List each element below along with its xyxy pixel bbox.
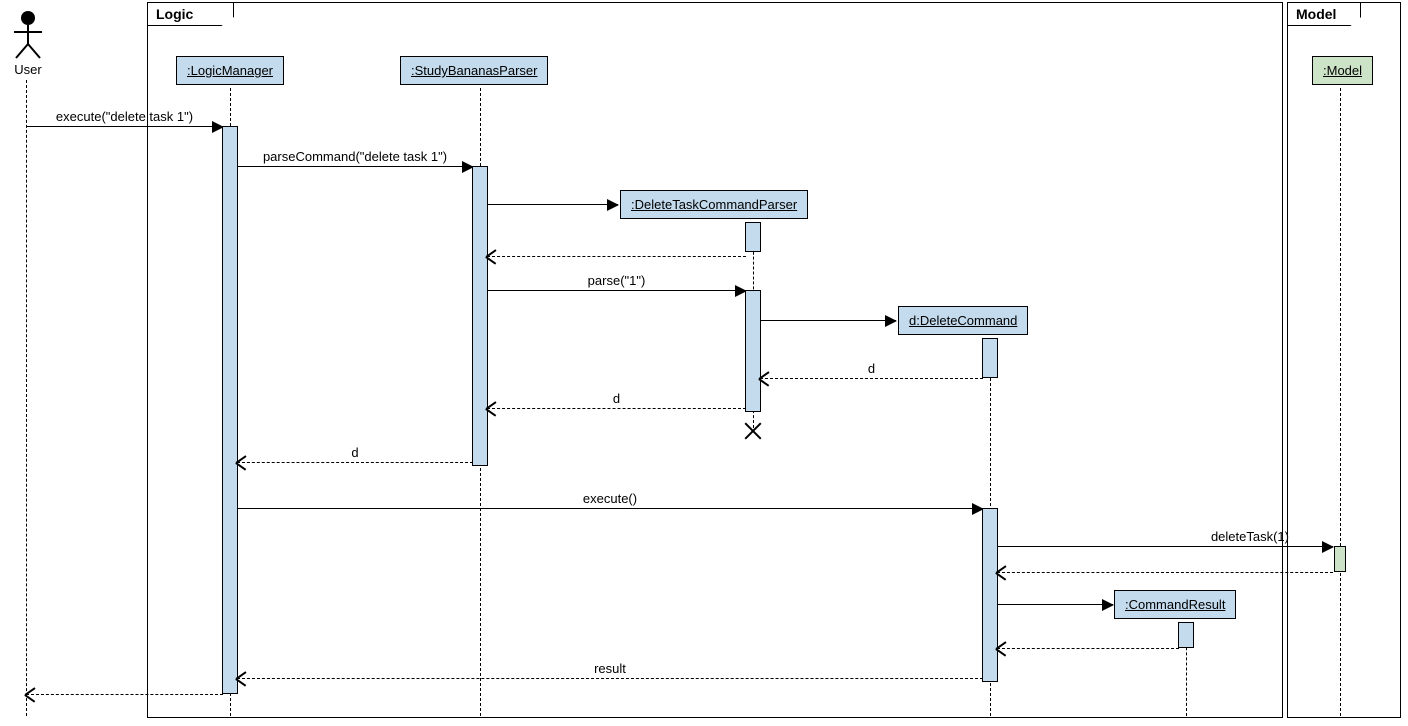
msg-parse1-label: parse("1") [584,273,650,288]
msg-delete-task-label: deleteTask(1) [1207,529,1293,544]
act-deletecmd-create [982,338,998,378]
obj-dtcparser-label: :DeleteTaskCommandParser [631,197,797,212]
msg-delete-task: deleteTask(1) [997,546,1333,547]
msg-ret-model [997,572,1333,573]
msg-execute-empty: execute() [237,508,983,509]
act-logic-manager [222,126,238,694]
obj-logic-manager-label: :LogicManager [187,63,273,78]
msg-execute-empty-label: execute() [579,491,641,506]
obj-logic-manager: :LogicManager [176,56,284,85]
act-dtcparser-create [745,222,761,252]
msg-ret-user [26,694,223,695]
act-dtcparser-parse [745,290,761,412]
msg-ret-d3: d [237,462,473,463]
obj-deletecmd: d:DeleteCommand [898,306,1028,335]
msg-parse-command-label: parseCommand("delete task 1") [259,149,451,164]
msg-ret-d3-label: d [347,445,362,460]
obj-parser: :StudyBananasParser [400,56,548,85]
msg-ret-d1: d [760,378,983,379]
obj-cmdresult-label: :CommandResult [1125,597,1225,612]
msg-parse1: parse("1") [487,290,746,291]
msg-parse-command: parseCommand("delete task 1") [237,166,473,167]
msg-ret-cmdresult [997,648,1179,649]
lifeline-user [26,80,27,716]
frame-model: Model [1287,2,1401,718]
act-deletecmd-exec [982,508,998,682]
act-cmdresult-create [1178,622,1194,648]
msg-create-dtcparser [487,204,618,205]
act-parser [472,166,488,466]
sequence-diagram: Logic Model User :LogicManager :StudyBan… [0,0,1408,726]
destroy-dtcparser [742,419,764,441]
obj-deletecmd-label: d:DeleteCommand [909,313,1017,328]
obj-parser-label: :StudyBananasParser [411,63,537,78]
msg-execute-label: execute("delete task 1") [52,109,197,124]
obj-model: :Model [1312,56,1373,85]
actor-user-label: User [8,62,48,77]
msg-ret-d1-label: d [864,361,879,376]
frame-model-label: Model [1288,3,1361,26]
msg-ret-d2-label: d [609,391,624,406]
obj-model-label: :Model [1323,63,1362,78]
obj-cmdresult: :CommandResult [1114,590,1236,619]
act-model-delete [1334,546,1346,572]
msg-create-deletecmd [760,320,896,321]
obj-dtcparser: :DeleteTaskCommandParser [620,190,808,219]
actor-user: User [8,10,48,77]
msg-ret-d2: d [487,408,746,409]
frame-logic-label: Logic [148,3,234,26]
msg-execute: execute("delete task 1") [26,126,223,127]
lifeline-model [1340,88,1341,716]
msg-result-label: result [590,661,630,676]
msg-result: result [237,678,983,679]
msg-ret-dtcparser-create [487,256,746,257]
msg-create-cmdresult [997,604,1113,605]
